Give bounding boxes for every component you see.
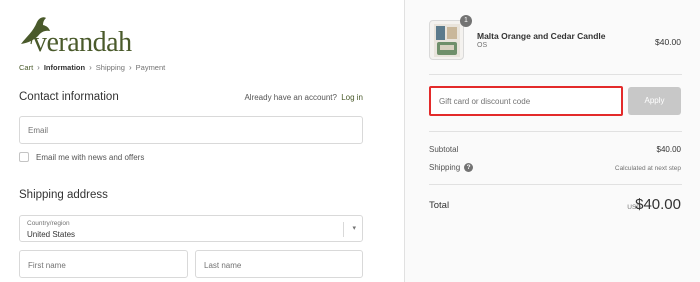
subtotal-label: Subtotal — [429, 145, 459, 154]
newsletter-option[interactable]: Email me with news and offers — [19, 152, 144, 162]
breadcrumb-payment: Payment — [135, 63, 166, 72]
discount-code-field[interactable]: Gift card or discount code — [429, 86, 623, 116]
country-label: Country/region — [27, 220, 70, 227]
divider — [429, 184, 682, 185]
product-thumbnail — [429, 20, 464, 60]
chevron-right-icon: › — [128, 63, 132, 72]
country-value: United States — [27, 230, 76, 239]
first-name-placeholder: First name — [28, 261, 66, 270]
product-variant: OS — [477, 42, 488, 49]
country-select[interactable]: Country/region United States ▾ — [19, 215, 363, 242]
email-placeholder: Email — [28, 126, 49, 135]
login-prompt-text: Already have an account? — [244, 93, 337, 102]
shipping-label: Shipping — [429, 163, 461, 172]
email-field[interactable]: Email — [19, 116, 363, 144]
divider — [429, 131, 682, 132]
subtotal-value: $40.00 — [656, 145, 681, 154]
breadcrumb-shipping: Shipping — [95, 63, 125, 72]
last-name-field[interactable]: Last name — [195, 250, 363, 278]
contact-section-title: Contact information — [19, 91, 119, 103]
breadcrumb-information: Information — [43, 63, 86, 72]
shipping-section-title: Shipping address — [19, 189, 108, 201]
login-prompt: Already have an account? Log in — [244, 93, 363, 102]
total-label: Total — [429, 200, 450, 211]
product-price: $40.00 — [655, 37, 681, 47]
brand-wordmark: verandah — [33, 27, 132, 58]
breadcrumb-cart[interactable]: Cart — [19, 63, 33, 72]
brand-logo[interactable]: verandah — [19, 14, 149, 58]
apply-discount-button[interactable]: Apply — [628, 87, 681, 115]
candle-image-icon — [434, 24, 460, 57]
login-link[interactable]: Log in — [341, 93, 363, 102]
divider — [429, 74, 682, 75]
first-name-field[interactable]: First name — [19, 250, 188, 278]
last-name-placeholder: Last name — [204, 261, 242, 270]
chevron-right-icon: › — [37, 63, 40, 72]
select-divider — [343, 222, 344, 237]
quantity-badge: 1 — [460, 15, 472, 27]
breadcrumb: Cart › Information › Shipping › Payment — [19, 63, 165, 72]
checkout-form-panel: verandah Cart › Information › Shipping ›… — [0, 0, 404, 282]
chevron-right-icon: › — [89, 63, 92, 72]
newsletter-checkbox[interactable] — [19, 152, 29, 162]
help-icon[interactable]: ? — [464, 163, 474, 173]
shipping-row: Shipping? — [429, 163, 474, 173]
newsletter-label: Email me with news and offers — [36, 152, 145, 162]
chevron-down-icon: ▾ — [352, 225, 356, 232]
shipping-value: Calculated at next step — [614, 165, 681, 172]
discount-placeholder: Gift card or discount code — [439, 97, 531, 106]
total-value: $40.00 — [635, 196, 681, 213]
product-name: Malta Orange and Cedar Candle — [477, 31, 606, 41]
